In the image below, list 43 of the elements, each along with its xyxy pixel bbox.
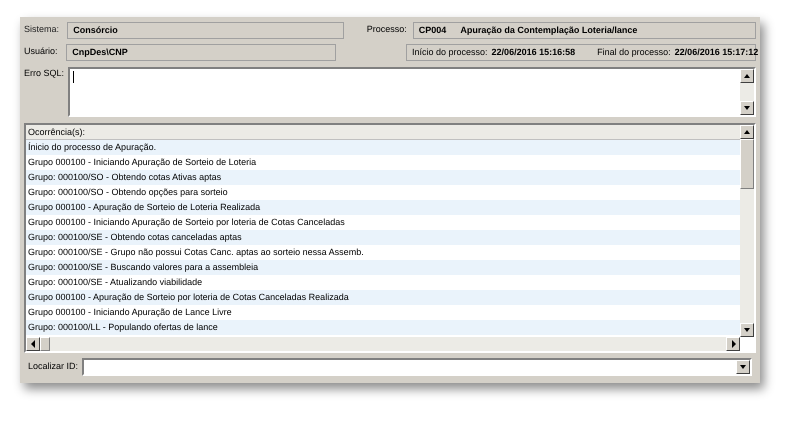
field-label: Início do processo: xyxy=(412,46,488,59)
log-row[interactable]: Ínicio do processo de Apuração. xyxy=(26,140,740,155)
right-arrow-icon xyxy=(730,340,736,348)
scroll-thumb[interactable] xyxy=(740,139,754,189)
scroll-left-button[interactable] xyxy=(26,337,40,351)
scroll-thumb[interactable] xyxy=(40,337,50,351)
field-label: Localizar ID: xyxy=(28,360,78,374)
up-arrow-icon xyxy=(743,73,751,79)
log-row[interactable]: Grupo: 000100/LL - Populando ofertas de lance xyxy=(26,320,740,335)
log-row[interactable]: Grupo: 000100/SE - Obtendo cotas canceladas aptas xyxy=(26,230,740,245)
field-label: Processo: xyxy=(366,23,407,36)
find-id-dropdown[interactable] xyxy=(82,358,752,376)
process-name: Apuração da Contemplação Loteria/lance xyxy=(460,24,638,37)
end-time: 22/06/2016 15:17:12 xyxy=(674,46,758,58)
scroll-up-button[interactable] xyxy=(740,125,754,139)
start-time: 22/06/2016 15:16:58 xyxy=(492,46,576,58)
log-row[interactable]: Grupo: 000100/SE - Buscando valores para a assembleia xyxy=(26,260,740,275)
scroll-right-button[interactable] xyxy=(726,337,740,351)
log-row[interactable]: Grupo 000100 - Apuração de Sorteio de Loteria Realizada xyxy=(26,200,740,215)
vertical-scrollbar[interactable] xyxy=(740,125,754,337)
list-header: Ocorrência(s): xyxy=(26,125,740,140)
field-label: Sistema: xyxy=(24,23,60,36)
scroll-up-button[interactable] xyxy=(740,69,754,83)
sql-error-field[interactable] xyxy=(68,67,756,117)
down-arrow-icon xyxy=(743,327,751,333)
horizontal-scrollbar[interactable] xyxy=(26,337,740,351)
scroll-down-button[interactable] xyxy=(740,101,754,115)
log-row[interactable]: Grupo: 000100/SO - Obtendo cotas Ativas aptas xyxy=(26,170,740,185)
scroll-down-button[interactable] xyxy=(740,323,754,337)
field-label: Erro SQL: xyxy=(24,67,64,80)
log-row[interactable]: Grupo 000100 - Apuração de Sorteio por loteria de Cotas Canceladas Realizada xyxy=(26,290,740,305)
field-label: Usuário: xyxy=(24,45,59,58)
left-arrow-icon xyxy=(30,340,36,348)
vertical-scrollbar[interactable] xyxy=(740,69,754,115)
text-cursor xyxy=(73,71,74,83)
user-field: CnpDes\CNP xyxy=(66,44,336,60)
process-code: CP004 xyxy=(418,24,446,36)
up-arrow-icon xyxy=(743,129,751,135)
system-field: Consórcio xyxy=(67,22,344,38)
down-arrow-icon xyxy=(739,364,747,370)
field-label: Final do processo: xyxy=(597,46,671,59)
dropdown-button[interactable] xyxy=(736,360,750,374)
down-arrow-icon xyxy=(743,105,751,111)
